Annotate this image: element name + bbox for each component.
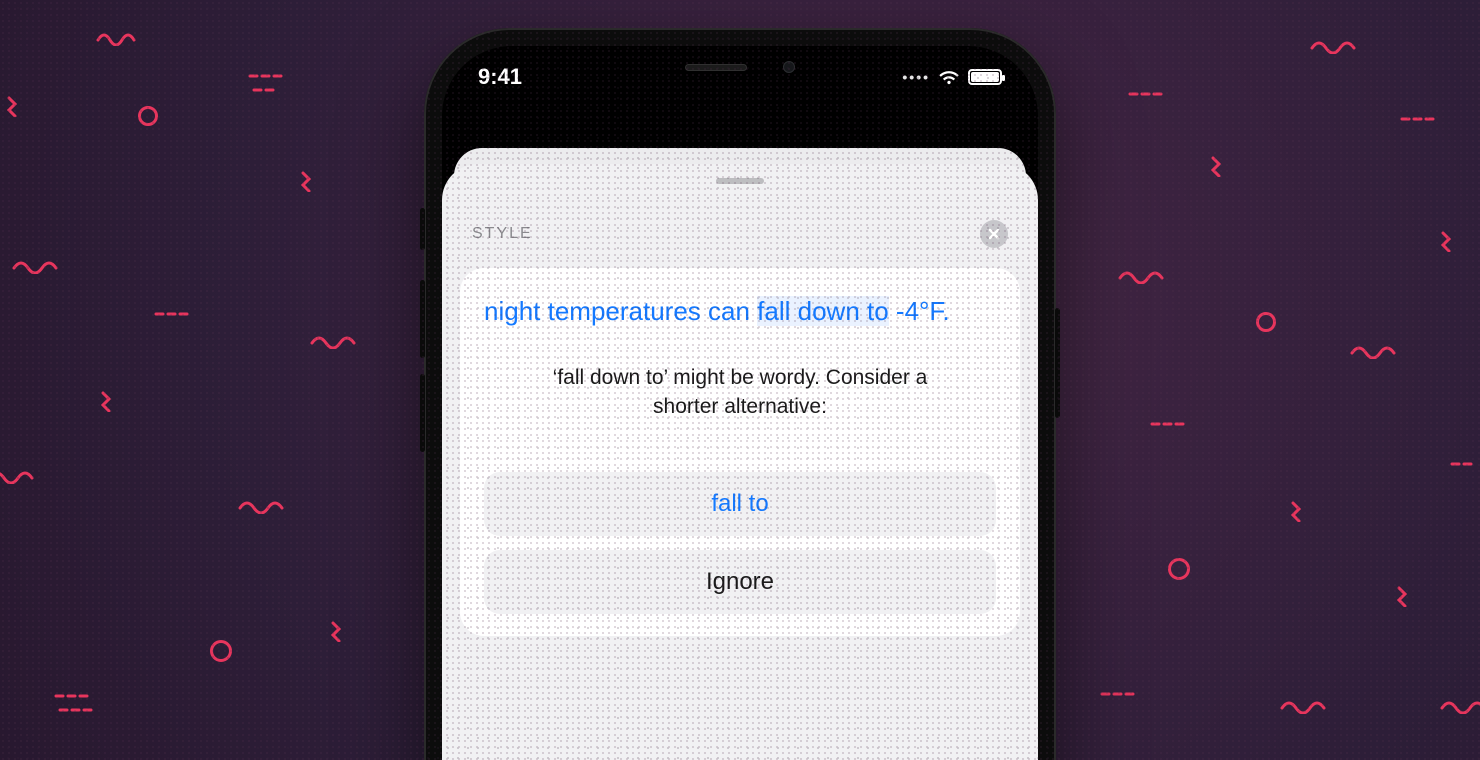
ring-icon (1256, 312, 1276, 332)
close-icon (987, 227, 1001, 241)
suggestion-card: night temperatures can fall down to -4°F… (460, 268, 1020, 636)
zigzag-icon (1290, 500, 1312, 522)
cellular-icon: •••• (902, 69, 930, 85)
phone-side-button (1055, 308, 1060, 418)
apply-suggestion-button[interactable]: fall to (484, 472, 996, 536)
dash-group-icon (1450, 460, 1480, 478)
sheet-behind (454, 148, 1026, 196)
ignore-label: Ignore (706, 568, 774, 595)
ring-icon (210, 640, 232, 662)
dash-group-icon (1150, 420, 1186, 438)
squiggle-icon (1118, 270, 1164, 284)
apply-suggestion-label: fall to (711, 490, 768, 517)
dash-group-icon (248, 70, 284, 100)
squiggle-icon (1310, 40, 1356, 54)
dash-group-icon (1400, 115, 1436, 133)
dash-group-icon (1100, 690, 1136, 708)
zigzag-icon (6, 95, 28, 117)
zigzag-icon (1210, 155, 1232, 177)
squiggle-icon (1350, 345, 1396, 359)
squiggle-icon (238, 500, 286, 514)
phone-side-button (420, 374, 425, 452)
ignore-button[interactable]: Ignore (484, 550, 996, 614)
squiggle-icon (0, 470, 34, 484)
squiggle-icon (1280, 700, 1328, 714)
phone-side-button (420, 280, 425, 358)
phone-notch (610, 46, 870, 88)
squiggle-icon (310, 335, 358, 349)
close-button[interactable] (980, 220, 1008, 248)
status-bar: 9:41 •••• (442, 46, 1038, 108)
ring-icon (1168, 558, 1190, 580)
zigzag-icon (300, 170, 322, 192)
suggestion-sheet: STYLE night temperatures can fall down t… (442, 164, 1038, 760)
status-time: 9:41 (478, 64, 522, 90)
camera-icon (783, 61, 795, 73)
sheet-grabber[interactable] (716, 178, 764, 184)
flagged-sentence: night temperatures can fall down to -4°F… (484, 294, 996, 329)
squiggle-icon (12, 260, 60, 274)
phone-screen: 9:41 •••• STYLE (442, 46, 1038, 760)
zigzag-icon (100, 390, 122, 412)
sentence-post: -4°F. (889, 296, 950, 326)
sentence-pre: night temperatures can (484, 296, 757, 326)
squiggle-icon (1440, 700, 1480, 714)
zigzag-icon (1440, 230, 1462, 252)
dash-group-icon (154, 310, 190, 328)
battery-icon (968, 69, 1002, 85)
zigzag-icon (330, 620, 352, 642)
explanation-text: ‘fall down to’ might be wordy. Consider … (530, 363, 950, 422)
wifi-icon (938, 69, 960, 85)
zigzag-icon (1396, 585, 1418, 607)
sentence-highlight: fall down to (757, 296, 889, 326)
dash-group-icon (1128, 90, 1164, 108)
phone-side-button (420, 208, 425, 250)
bottom-sheet-stack: STYLE night temperatures can fall down t… (442, 148, 1038, 760)
squiggle-icon (96, 30, 142, 46)
speaker-icon (685, 64, 747, 71)
background: 9:41 •••• STYLE (0, 0, 1480, 760)
phone-frame: 9:41 •••• STYLE (424, 28, 1056, 760)
ring-icon (138, 106, 158, 126)
dash-group-icon (54, 690, 98, 720)
category-label: STYLE (472, 225, 533, 243)
